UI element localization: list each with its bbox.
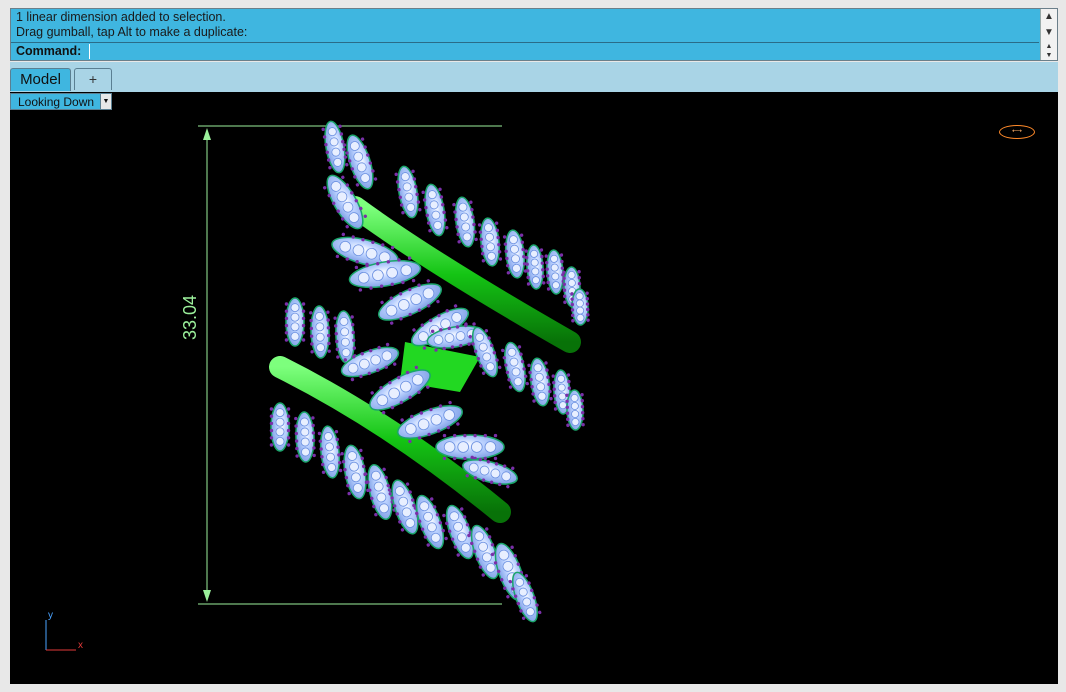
- top-viewport[interactable]: Looking Down ▼ 33.04 y x ⟷: [10, 92, 1058, 684]
- gumball-icon[interactable]: ⟷: [999, 125, 1035, 139]
- leaf-gem: [477, 217, 503, 267]
- leaf-gem: [452, 196, 478, 248]
- command-line: Command:: [11, 42, 1039, 61]
- command-area: 1 linear dimension added to selection. D…: [10, 8, 1058, 61]
- command-input[interactable]: [89, 44, 1037, 59]
- leaf-gem: [342, 134, 378, 190]
- leaf-gem: [309, 305, 331, 359]
- command-spinner[interactable]: ▲ ▼: [1040, 42, 1057, 60]
- leaf-gem: [527, 357, 553, 407]
- gem-leaves: [269, 120, 590, 623]
- history-line-2: Drag gumball, tap Alt to make a duplicat…: [16, 25, 248, 39]
- axis-x-label: x: [78, 640, 83, 651]
- leaf-gem: [570, 288, 590, 326]
- history-scrollbar[interactable]: ▲ ▼: [1040, 9, 1057, 42]
- viewport-tabbar: Model +: [10, 62, 1058, 92]
- command-history: 1 linear dimension added to selection. D…: [11, 9, 1039, 42]
- leaf-gem: [269, 402, 291, 452]
- scroll-down-icon[interactable]: ▼: [1041, 25, 1057, 41]
- leaf-gem: [565, 389, 585, 431]
- scroll-up-icon[interactable]: ▲: [1041, 9, 1057, 25]
- leaf-gem: [294, 411, 316, 463]
- leaf-gem: [321, 120, 349, 174]
- arrow-up-icon: [203, 128, 211, 140]
- command-label: Command:: [16, 44, 82, 58]
- leaf-gem: [435, 433, 505, 461]
- rhino-window: 1 linear dimension added to selection. D…: [0, 0, 1066, 692]
- leaf-gem: [524, 244, 546, 290]
- leaf-gem: [421, 183, 449, 237]
- axis-y-label: y: [48, 610, 53, 621]
- tab-model[interactable]: Model: [10, 68, 71, 91]
- spin-down-icon[interactable]: ▼: [1041, 51, 1057, 60]
- leaf-gem: [501, 341, 529, 393]
- leaf-gem: [317, 425, 343, 479]
- add-tab-icon[interactable]: +: [74, 68, 112, 90]
- leaf-gem: [284, 297, 306, 347]
- world-axis-icon: [45, 620, 76, 651]
- leaf-gem: [502, 229, 528, 279]
- leaf-gem: [394, 165, 422, 219]
- dimension-value: 33.04: [180, 294, 200, 340]
- arrow-down-icon: [203, 590, 211, 602]
- spin-up-icon[interactable]: ▲: [1041, 42, 1057, 51]
- leaf-gem: [340, 444, 370, 500]
- ring-model-drawing: [45, 120, 590, 651]
- history-line-1: 1 linear dimension added to selection.: [16, 10, 226, 24]
